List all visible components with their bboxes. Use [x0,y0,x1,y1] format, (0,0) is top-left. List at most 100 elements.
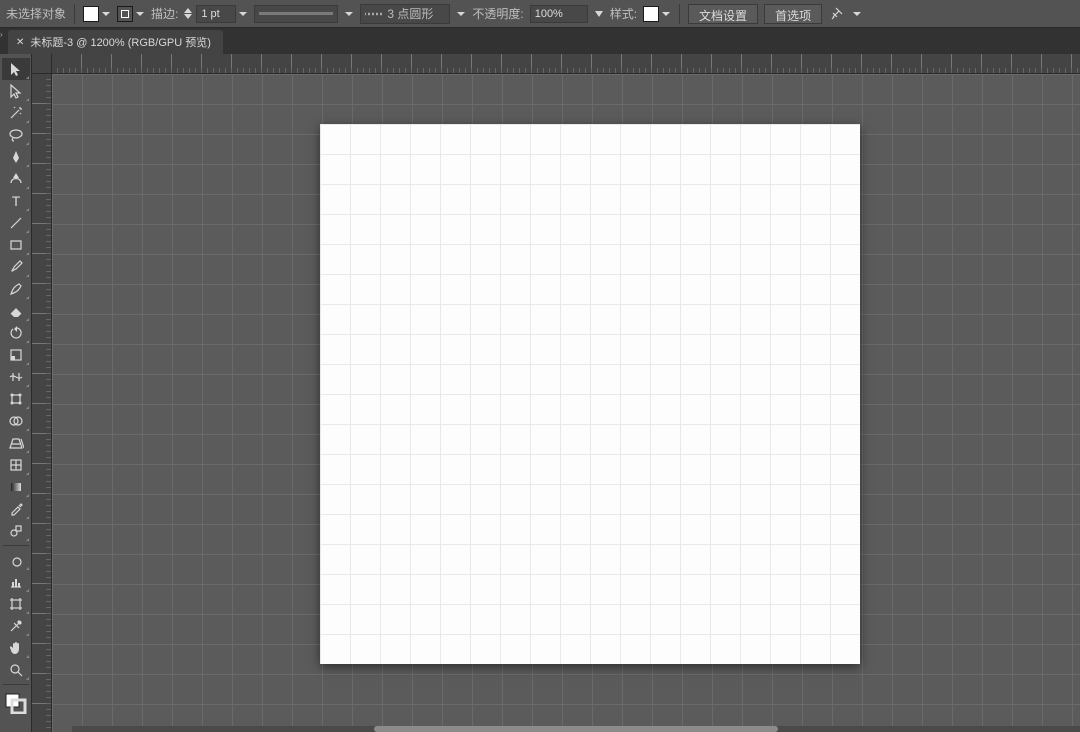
magic-wand-tool[interactable] [2,102,30,124]
flyout-indicator-icon [26,655,29,658]
flyout-indicator-icon [26,164,29,167]
flyout-indicator-icon [26,567,29,570]
rotate-tool[interactable] [2,322,30,344]
fill-swatch-group[interactable] [83,6,111,22]
symbol-sprayer-tool[interactable] [2,549,30,571]
flyout-indicator-icon [26,450,29,453]
paintbrush-tool[interactable] [2,256,30,278]
more-options-icon[interactable] [852,6,862,22]
stroke-weight-dropdown-icon[interactable] [238,6,248,22]
flyout-indicator-icon [26,589,29,592]
shape-builder-tool[interactable] [2,410,30,432]
stroke-width-profile[interactable] [254,5,338,23]
stroke-dropdown-icon[interactable] [135,6,145,22]
rectangle-tool[interactable] [2,234,30,256]
horizontal-scrollbar[interactable] [72,726,1080,732]
artboard-tool[interactable] [2,593,30,615]
divider [74,4,75,24]
gradient-tool[interactable] [2,476,30,498]
canvas-area [32,54,1080,732]
workspace: T [0,54,1080,732]
flyout-indicator-icon [26,76,29,79]
hand-tool[interactable] [2,637,30,659]
fill-swatch[interactable] [83,6,99,22]
preferences-button[interactable]: 首选项 [764,4,822,24]
divider [679,4,680,24]
artboard[interactable] [320,124,860,664]
stroke-profile-dropdown-icon[interactable] [344,6,354,22]
stroke-swatch-group[interactable] [117,6,145,22]
stroke-swatch[interactable] [117,6,133,22]
flyout-indicator-icon [26,516,29,519]
flyout-indicator-icon [26,120,29,123]
options-bar: 未选择对象 描边: 3 点圆形 不透明度: [0,0,1080,28]
tool-separator [3,545,29,546]
eraser-tool[interactable] [2,300,30,322]
width-tool[interactable] [2,366,30,388]
opacity-popup-icon[interactable] [594,6,604,22]
pen-tool[interactable] [2,146,30,168]
expand-handle-icon[interactable]: › [0,30,8,39]
style-swatch-group[interactable] [643,6,671,22]
perspective-tool[interactable] [2,432,30,454]
document-tab-title: 未标题-3 @ 1200% (RGB/GPU 预览) [30,34,210,50]
pin-icon[interactable] [828,5,846,23]
ruler-origin[interactable] [32,54,52,74]
brush-preset[interactable]: 3 点圆形 [360,4,450,24]
fill-stroke-indicator[interactable] [4,692,28,714]
lasso-tool[interactable] [2,124,30,146]
graph-tool[interactable] [2,571,30,593]
flyout-indicator-icon [26,318,29,321]
fill-dropdown-icon[interactable] [101,6,111,22]
mesh-tool[interactable] [2,454,30,476]
flyout-indicator-icon [26,186,29,189]
opacity-input[interactable] [530,5,588,23]
direct-select-tool[interactable] [2,80,30,102]
flyout-indicator-icon [26,472,29,475]
stroke-weight-input[interactable] [196,5,236,23]
flyout-indicator-icon [26,208,29,211]
stroke-weight-field[interactable] [184,5,248,23]
flyout-indicator-icon [26,230,29,233]
flyout-indicator-icon [26,142,29,145]
flyout-indicator-icon [26,340,29,343]
selection-tool[interactable] [2,58,30,80]
canvas-pasteboard[interactable] [52,74,1080,732]
line-tool[interactable] [2,212,30,234]
tool-separator [3,684,29,685]
flyout-indicator-icon [26,296,29,299]
ruler-vertical[interactable] [32,74,52,732]
flyout-indicator-icon [26,98,29,101]
stroke-weight-spinner[interactable] [184,5,194,23]
ruler-horizontal[interactable] [52,54,1080,74]
document-tab[interactable]: ✕ 未标题-3 @ 1200% (RGB/GPU 预览) [8,30,223,54]
style-dropdown-icon[interactable] [661,6,671,22]
flyout-indicator-icon [26,362,29,365]
document-setup-button[interactable]: 文档设置 [688,4,758,24]
flyout-indicator-icon [26,252,29,255]
flyout-indicator-icon [26,406,29,409]
flyout-indicator-icon [26,274,29,277]
flyout-indicator-icon [26,677,29,680]
close-icon[interactable]: ✕ [16,37,24,48]
flyout-indicator-icon [26,384,29,387]
blend-tool[interactable] [2,520,30,542]
flyout-indicator-icon [26,633,29,636]
free-transform-tool[interactable] [2,388,30,410]
stroke-profile-sample [259,12,333,15]
flyout-indicator-icon [26,538,29,541]
scrollbar-thumb[interactable] [374,726,777,732]
slice-tool[interactable] [2,615,30,637]
zoom-tool[interactable] [2,659,30,681]
shaper-tool[interactable] [2,278,30,300]
stroke-label: 描边: [151,5,178,22]
flyout-indicator-icon [26,494,29,497]
brush-preset-dropdown-icon[interactable] [456,6,466,22]
style-swatch[interactable] [643,6,659,22]
curvature-tool[interactable] [2,168,30,190]
svg-text:T: T [11,193,20,209]
scale-tool[interactable] [2,344,30,366]
eyedropper-tool[interactable] [2,498,30,520]
type-tool[interactable]: T [2,190,30,212]
selection-status: 未选择对象 [6,5,66,22]
